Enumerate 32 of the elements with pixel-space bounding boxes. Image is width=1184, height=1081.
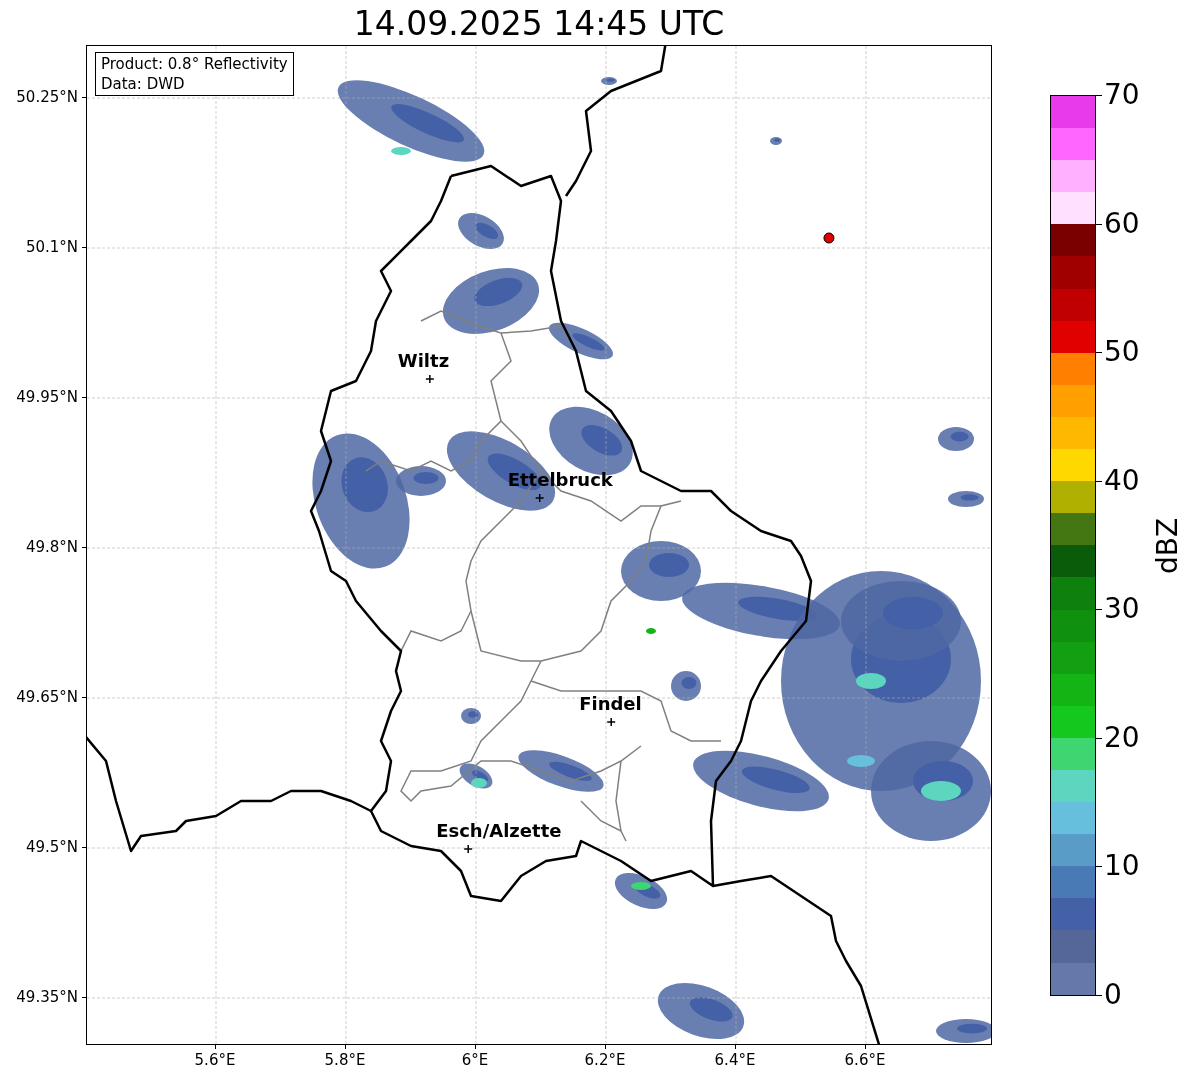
city-marker-icon: [606, 717, 616, 727]
city-label: Findel: [579, 694, 642, 714]
city-marker-icon: [425, 374, 435, 384]
axis-tick-label: 6°E: [461, 1050, 489, 1070]
axis-tick-label: 49.8°N: [25, 537, 78, 557]
axis-tick-label: 5.8°E: [324, 1050, 366, 1070]
colorbar-tick-label: 50: [1104, 336, 1140, 369]
axis-tick-label: 6.6°E: [844, 1050, 886, 1070]
city-marker-icon: [534, 493, 545, 503]
axis-tick-label: 49.65°N: [16, 687, 78, 707]
colorbar-tick-label: 10: [1104, 850, 1140, 883]
colorbar-tick-label: 30: [1104, 593, 1140, 626]
colorbar-tick-label: 0: [1104, 979, 1122, 1011]
axis-tick-label: 6.4°E: [714, 1050, 756, 1070]
colorbar-tick-label: 40: [1104, 464, 1140, 497]
axis-tick-label: 49.35°N: [16, 987, 78, 1007]
city-label: Esch/Alzette: [436, 821, 562, 841]
axis-tick-label: 49.95°N: [16, 387, 78, 407]
axis-tick-label: 50.25°N: [16, 87, 78, 107]
colorbar-tick-label: 20: [1104, 721, 1140, 754]
city-label: Wiltz: [397, 351, 450, 371]
chart-title: 14.09.2025 14:45 UTC: [352, 4, 726, 44]
city-marker-icon: [463, 844, 473, 854]
colorbar-tick-label: 70: [1104, 79, 1140, 111]
axis-tick-label: 6.2°E: [584, 1050, 626, 1070]
colorbar-tick-label: 60: [1104, 207, 1140, 240]
axis-tick-label: 5.6°E: [194, 1050, 236, 1070]
colorbar-label: dBZ: [1152, 517, 1184, 575]
info-text: Product: 0.8° Reflectivity: [101, 54, 288, 74]
info-text: Data: DWD: [101, 74, 186, 94]
axis-tick-label: 49.5°N: [25, 837, 78, 857]
axis-tick-label: 50.1°N: [25, 237, 78, 257]
